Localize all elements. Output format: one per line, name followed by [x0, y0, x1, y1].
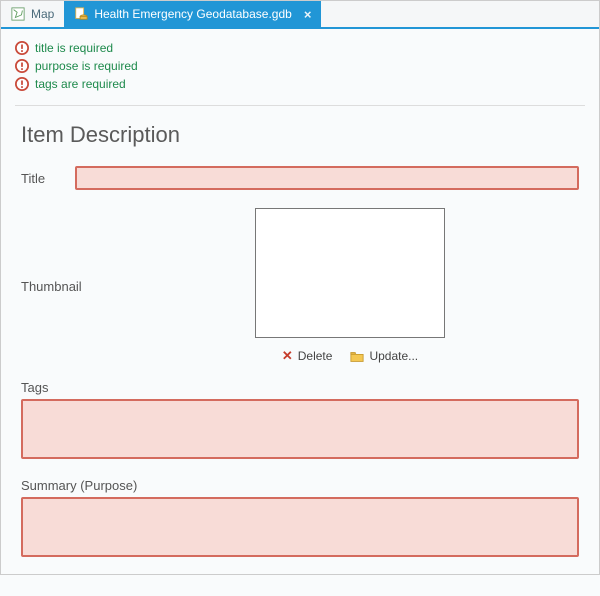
summary-input[interactable] — [21, 497, 579, 557]
msg-purpose-required: purpose is required — [15, 57, 585, 75]
thumbnail-row: Thumbnail ✕ Delete Update... — [21, 208, 579, 364]
msg-tags-required: tags are required — [15, 75, 585, 93]
folder-icon — [350, 350, 364, 362]
close-icon[interactable]: × — [304, 7, 312, 22]
tab-map-label: Map — [31, 7, 54, 21]
thumbnail-column: ✕ Delete Update... — [121, 208, 579, 364]
thumbnail-label: Thumbnail — [21, 279, 91, 294]
msg-text: title is required — [35, 39, 113, 57]
tags-input[interactable] — [21, 399, 579, 459]
tags-label: Tags — [21, 380, 579, 395]
summary-block: Summary (Purpose) — [21, 478, 579, 560]
section-heading: Item Description — [21, 122, 579, 148]
thumbnail-actions: ✕ Delete Update... — [282, 348, 418, 364]
tab-geodatabase-label: Health Emergency Geodatabase.gdb — [94, 7, 291, 21]
title-input[interactable] — [75, 166, 579, 190]
title-label: Title — [21, 171, 61, 186]
msg-title-required: title is required — [15, 39, 585, 57]
msg-text: tags are required — [35, 75, 126, 93]
map-icon — [11, 7, 25, 21]
error-icon — [15, 59, 29, 73]
tab-map[interactable]: Map — [1, 1, 64, 27]
tab-bar: Map Health Emergency Geodatabase.gdb × — [1, 1, 599, 29]
title-row: Title — [21, 166, 579, 190]
summary-label: Summary (Purpose) — [21, 478, 579, 493]
tab-geodatabase[interactable]: Health Emergency Geodatabase.gdb × — [64, 1, 321, 27]
update-thumbnail-button[interactable]: Update... — [350, 349, 418, 363]
validation-messages: title is required purpose is required ta… — [1, 29, 599, 99]
tags-block: Tags — [21, 380, 579, 462]
update-label: Update... — [369, 349, 418, 363]
delete-thumbnail-button[interactable]: ✕ Delete — [282, 348, 333, 364]
msg-text: purpose is required — [35, 57, 138, 75]
geodatabase-icon — [74, 7, 88, 21]
delete-icon: ✕ — [282, 348, 293, 364]
error-icon — [15, 41, 29, 55]
item-description-section: Item Description Title Thumbnail ✕ Delet… — [1, 106, 599, 596]
error-icon — [15, 77, 29, 91]
thumbnail-preview[interactable] — [255, 208, 445, 338]
delete-label: Delete — [298, 349, 333, 363]
